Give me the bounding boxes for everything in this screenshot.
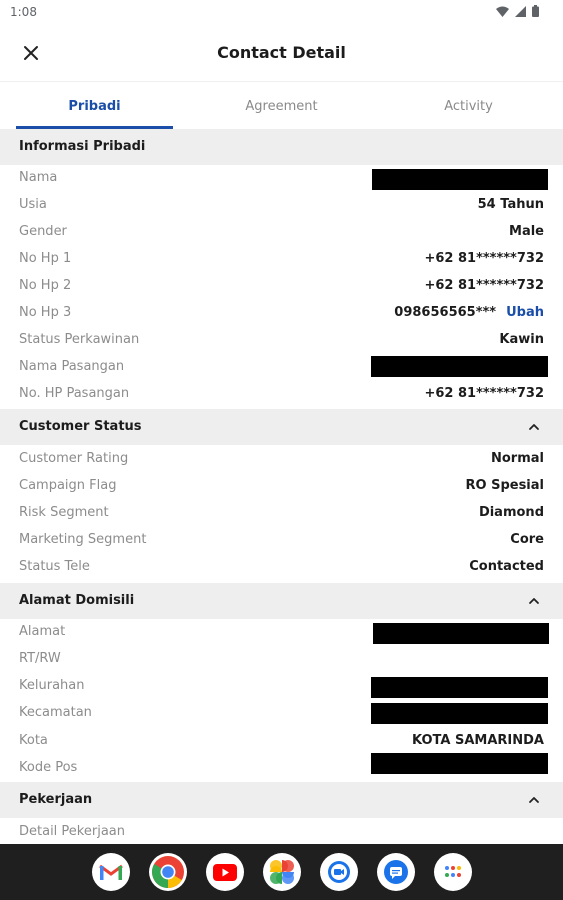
app-drawer-icon[interactable] — [433, 853, 472, 891]
row-value: Kawin — [499, 332, 544, 347]
photos-icon[interactable] — [262, 853, 301, 891]
redacted-value — [372, 169, 548, 190]
chevron-up-icon[interactable] — [527, 594, 541, 608]
status-icons — [496, 5, 539, 17]
info-row-nama-pasangan: Nama Pasangan — [0, 355, 563, 382]
row-label: No Hp 3 — [19, 305, 72, 320]
app-dock — [0, 853, 563, 891]
app-bar: Contact Detail — [0, 26, 563, 82]
row-value: 54 Tahun — [477, 197, 544, 212]
row-value: 098656565*** Ubah — [394, 305, 544, 320]
row-value: Core — [510, 532, 544, 547]
row-label: No Hp 1 — [19, 251, 72, 266]
status-row-marketing-segment: Marketing Segment Core — [0, 528, 563, 555]
youtube-icon[interactable] — [205, 853, 244, 891]
tab-activity[interactable]: Activity — [390, 83, 547, 129]
section-title: Customer Status — [19, 419, 142, 434]
messages-icon[interactable] — [376, 853, 415, 891]
row-label: Kelurahan — [19, 678, 85, 693]
status-time: 1:08 — [10, 5, 37, 19]
row-label: Campaign Flag — [19, 478, 117, 493]
row-label: Kecamatan — [19, 705, 92, 720]
row-value: Diamond — [478, 505, 544, 520]
row-label: Usia — [19, 197, 47, 212]
redacted-value — [371, 703, 548, 724]
tab-bar: Pribadi Agreement Activity — [0, 83, 563, 129]
redacted-value — [373, 623, 549, 644]
info-row-no-hp-pasangan: No. HP Pasangan +62 81******732 — [0, 382, 563, 409]
duo-icon[interactable] — [319, 853, 358, 891]
row-value: KOTA SAMARINDA — [412, 733, 544, 748]
battery-icon — [532, 5, 539, 17]
info-row-no-hp-2: No Hp 2 +62 81******732 — [0, 274, 563, 301]
section-header-pekerjaan[interactable]: Pekerjaan — [0, 782, 563, 818]
section-title: Alamat Domisili — [19, 593, 135, 608]
status-row-status-tele: Status Tele Contacted — [0, 555, 563, 582]
address-row-rt-rw: RT/RW — [0, 647, 563, 674]
address-row-kelurahan: Kelurahan — [0, 674, 563, 701]
section-title: Informasi Pribadi — [19, 139, 146, 154]
chrome-icon[interactable] — [148, 853, 187, 891]
status-row-campaign-flag: Campaign Flag RO Spesial — [0, 474, 563, 501]
status-row-customer-rating: Customer Rating Normal — [0, 447, 563, 474]
row-label: Detail Pekerjaan — [19, 824, 125, 839]
info-row-no-hp-1: No Hp 1 +62 81******732 — [0, 247, 563, 274]
row-label: Risk Segment — [19, 505, 109, 520]
info-row-no-hp-3: No Hp 3 098656565*** Ubah — [0, 301, 563, 328]
chevron-up-icon[interactable] — [527, 420, 541, 434]
row-value: Normal — [491, 451, 544, 466]
status-row-risk-segment: Risk Segment Diamond — [0, 501, 563, 528]
signal-icon — [515, 5, 526, 17]
row-label: Status Perkawinan — [19, 332, 140, 347]
job-row-detail-pekerjaan: Detail Pekerjaan — [0, 820, 563, 847]
tab-agreement[interactable]: Agreement — [203, 83, 360, 129]
tab-pribadi[interactable]: Pribadi — [16, 83, 173, 129]
info-row-usia: Usia 54 Tahun — [0, 193, 563, 220]
row-label: Marketing Segment — [19, 532, 147, 547]
row-label: RT/RW — [19, 651, 61, 666]
section-title: Pekerjaan — [19, 792, 93, 807]
wifi-icon — [496, 6, 509, 17]
page-title: Contact Detail — [217, 43, 346, 62]
row-label: Status Tele — [19, 559, 90, 574]
phone-value: 098656565*** — [394, 305, 497, 320]
redacted-value — [371, 677, 548, 698]
address-row-kecamatan: Kecamatan — [0, 701, 563, 728]
ubah-link[interactable]: Ubah — [506, 305, 544, 320]
row-value: Male — [509, 224, 544, 239]
row-value: +62 81******732 — [424, 278, 544, 293]
address-row-kode-pos: Kode Pos — [0, 753, 563, 783]
info-row-gender: Gender Male — [0, 220, 563, 247]
row-label: No Hp 2 — [19, 278, 72, 293]
address-row-alamat: Alamat — [0, 620, 563, 647]
address-row-kota: Kota KOTA SAMARINDA — [0, 729, 563, 756]
row-label: Alamat — [19, 624, 66, 639]
row-value: +62 81******732 — [424, 386, 544, 401]
gmail-icon[interactable] — [91, 853, 130, 891]
info-row-status-perkawinan: Status Perkawinan Kawin — [0, 328, 563, 355]
row-value: RO Spesial — [465, 478, 545, 493]
row-label: Kota — [19, 733, 48, 748]
redacted-value — [371, 753, 548, 774]
section-header-alamat-domisili[interactable]: Alamat Domisili — [0, 583, 563, 619]
row-label: Customer Rating — [19, 451, 129, 466]
row-value: +62 81******732 — [424, 251, 544, 266]
row-label: Nama — [19, 170, 58, 185]
section-header-customer-status[interactable]: Customer Status — [0, 409, 563, 445]
row-label: Kode Pos — [19, 760, 78, 775]
section-header-informasi-pribadi[interactable]: Informasi Pribadi — [0, 129, 563, 165]
row-label: No. HP Pasangan — [19, 386, 130, 401]
info-row-nama: Nama — [0, 166, 563, 193]
status-bar: 1:08 — [0, 0, 563, 26]
row-value: Contacted — [469, 559, 544, 574]
system-dock — [0, 844, 563, 900]
redacted-value — [371, 356, 548, 377]
row-label: Gender — [19, 224, 67, 239]
row-label: Nama Pasangan — [19, 359, 125, 374]
chevron-up-icon[interactable] — [527, 793, 541, 807]
